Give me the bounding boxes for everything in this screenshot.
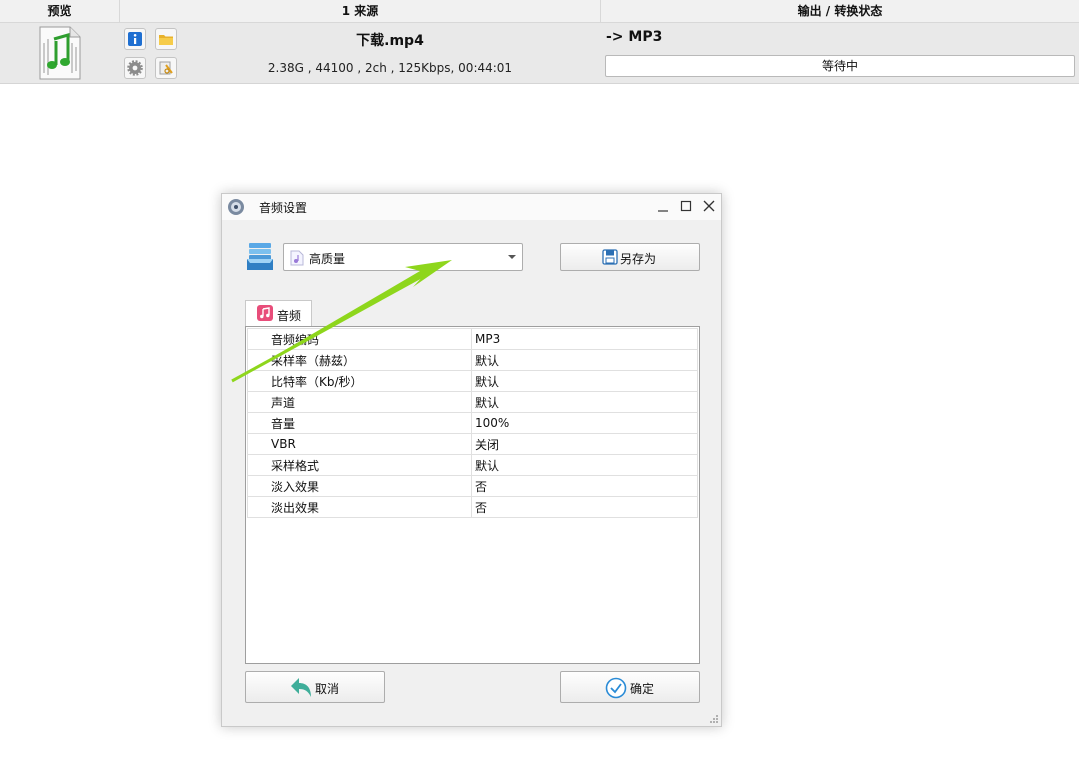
- output-format: -> MP3: [606, 29, 663, 45]
- preset-dropdown[interactable]: 高质量: [283, 243, 523, 271]
- property-row[interactable]: 淡入效果否: [247, 475, 698, 497]
- info-icon: [128, 32, 142, 46]
- property-row[interactable]: 采样率（赫兹） 默认: [247, 349, 698, 371]
- audio-settings-dialog: 音频设置 高质量 另存为 音频 音频编码 MP3 采样率（赫兹） 默认 比特率（…: [221, 193, 722, 727]
- save-as-label: 另存为: [620, 252, 657, 266]
- property-row[interactable]: 淡出效果否: [247, 496, 698, 518]
- maximize-icon[interactable]: [678, 198, 694, 214]
- music-file-icon: [36, 25, 84, 81]
- property-row[interactable]: VBR 关闭: [247, 433, 698, 455]
- tab-audio-label: 音频: [277, 309, 302, 323]
- floppy-disk-icon: [602, 249, 618, 265]
- clip-button[interactable]: [155, 57, 177, 79]
- property-value[interactable]: 关闭: [471, 433, 698, 455]
- folder-icon: [159, 35, 173, 45]
- audio-properties-grid: 音频编码 MP3 采样率（赫兹） 默认 比特率（Kb/秒） 默认 声道 默认 音量 100% VBR…: [245, 326, 700, 664]
- preset-stack-icon: [247, 243, 273, 270]
- chevron-down-icon: [508, 255, 516, 259]
- column-header-output[interactable]: 输出 / 转换状态: [601, 0, 1079, 22]
- property-key: VBR: [247, 433, 472, 455]
- dialog-titlebar[interactable]: 音频设置: [222, 194, 721, 220]
- column-header-preview[interactable]: 预览: [0, 0, 120, 22]
- property-value[interactable]: 默认: [471, 370, 698, 392]
- source-filename: 下载.mp4: [356, 33, 424, 49]
- conversion-status: 等待中: [605, 55, 1075, 77]
- open-folder-button[interactable]: [155, 28, 177, 50]
- cancel-label: 取消: [315, 682, 340, 696]
- property-value[interactable]: 100%: [471, 412, 698, 434]
- app-icon: [228, 199, 244, 215]
- undo-arrow-icon: [291, 678, 311, 697]
- property-key: 音量: [247, 412, 472, 434]
- resize-grip-icon[interactable]: [709, 714, 719, 724]
- file-row[interactable]: 下载.mp4 2.38G , 44100 , 2ch , 125Kbps, 00…: [0, 23, 1079, 84]
- check-circle-icon: [605, 677, 627, 699]
- property-value[interactable]: 否: [471, 496, 698, 518]
- property-row[interactable]: 采样格式 默认: [247, 454, 698, 476]
- property-value[interactable]: 否: [471, 475, 698, 497]
- cancel-button[interactable]: 取消: [245, 671, 385, 703]
- property-key: 音频编码: [247, 328, 472, 350]
- settings-button[interactable]: [124, 57, 146, 79]
- property-row[interactable]: 音量 100%: [247, 412, 698, 434]
- close-icon[interactable]: [701, 198, 717, 214]
- property-key: 声道: [247, 391, 472, 413]
- property-value[interactable]: 默认: [471, 391, 698, 413]
- property-key: 淡入效果: [247, 475, 472, 497]
- property-row[interactable]: 声道 默认: [247, 391, 698, 413]
- music-note-icon: [257, 305, 273, 321]
- property-key: 比特率（Kb/秒）: [247, 370, 472, 392]
- source-file-info: 2.38G , 44100 , 2ch , 125Kbps, 00:44:01: [267, 61, 513, 75]
- property-value[interactable]: MP3: [471, 328, 698, 350]
- property-key: 淡出效果: [247, 496, 472, 518]
- dialog-title: 音频设置: [259, 201, 308, 215]
- save-as-button[interactable]: 另存为: [560, 243, 700, 271]
- property-key: 采样格式: [247, 454, 472, 476]
- gear-icon: [127, 60, 143, 76]
- property-key: 采样率（赫兹）: [247, 349, 472, 371]
- minimize-icon[interactable]: [655, 198, 671, 214]
- ok-label: 确定: [630, 682, 655, 696]
- property-value[interactable]: 默认: [471, 349, 698, 371]
- property-row[interactable]: 音频编码 MP3: [247, 328, 698, 350]
- property-value[interactable]: 默认: [471, 454, 698, 476]
- column-header-source[interactable]: 1 来源: [120, 0, 601, 22]
- info-button[interactable]: [124, 28, 146, 50]
- audio-file-icon: [290, 250, 304, 266]
- preset-selected-value: 高质量: [309, 252, 346, 266]
- ok-button[interactable]: 确定: [560, 671, 700, 703]
- file-table-header: 预览 1 来源 输出 / 转换状态: [0, 0, 1079, 23]
- clip-icon: [159, 61, 173, 75]
- property-row[interactable]: 比特率（Kb/秒） 默认: [247, 370, 698, 392]
- tab-audio[interactable]: 音频: [245, 300, 312, 327]
